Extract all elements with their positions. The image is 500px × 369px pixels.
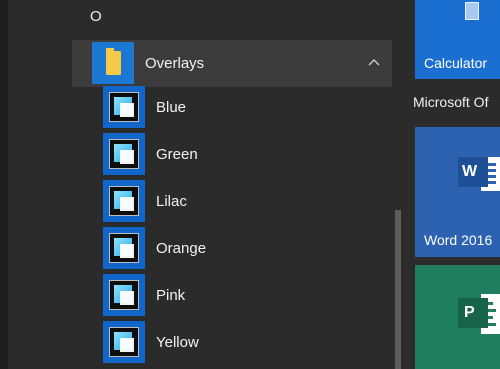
list-item-label: Green <box>156 146 198 163</box>
calculator-tile-label: Calculator <box>424 55 488 71</box>
list-item-label: Pink <box>156 287 186 304</box>
scrollbar-thumb[interactable] <box>395 210 401 369</box>
section-header-letter[interactable]: O <box>90 8 102 25</box>
overlays-group-label: Overlays <box>145 55 205 72</box>
chevron-up-icon[interactable] <box>368 58 380 66</box>
word-tile-label: Word 2016 <box>424 232 493 248</box>
list-item-orange[interactable]: Orange <box>103 227 392 273</box>
list-item-label: Orange <box>156 240 207 257</box>
tile-group-label[interactable]: Microsoft Of <box>413 94 488 110</box>
list-item-label: Lilac <box>156 193 187 210</box>
project-icon-letter: P <box>464 304 475 321</box>
list-item-lilac[interactable]: Lilac <box>103 180 392 226</box>
scrollbar[interactable] <box>392 0 405 369</box>
overlay-app-icon <box>103 86 145 128</box>
list-item-green[interactable]: Green <box>103 133 392 179</box>
overlay-app-icon <box>103 227 145 269</box>
overlay-app-icon <box>103 180 145 222</box>
overlay-app-icon <box>103 274 145 316</box>
left-edge <box>0 0 8 369</box>
word-icon-letter: W <box>462 163 478 180</box>
list-item-pink[interactable]: Pink <box>103 274 392 320</box>
list-item-blue[interactable]: Blue <box>103 86 392 132</box>
start-menu: O Overlays Blue Green Lilac Orange Pink <box>0 0 500 369</box>
calculator-icon <box>465 2 479 20</box>
overlay-app-icon <box>103 133 145 175</box>
list-item-yellow[interactable]: Yellow <box>103 321 392 367</box>
list-item-label: Yellow <box>156 334 199 351</box>
overlay-app-icon <box>103 321 145 363</box>
app-list: O Overlays Blue Green Lilac Orange Pink <box>0 0 392 369</box>
list-item-label: Blue <box>156 99 187 116</box>
folder-icon <box>106 51 121 75</box>
